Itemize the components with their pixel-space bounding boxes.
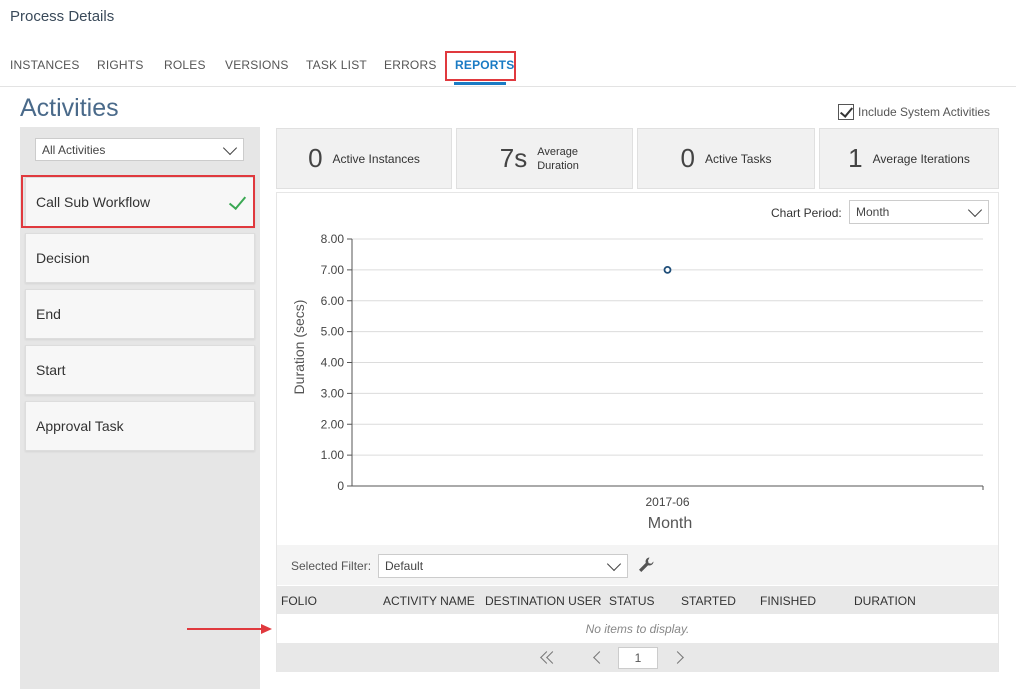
stat-active-instances: 0 Active Instances (276, 128, 452, 189)
tab-instances[interactable]: INSTANCES (10, 58, 80, 72)
data-point[interactable] (663, 265, 672, 274)
activity-item-decision[interactable]: Decision (25, 233, 255, 283)
y-tick-label: 4.00 (321, 356, 345, 370)
chevron-down-icon (967, 202, 983, 218)
stat-label: Active Instances (332, 151, 420, 166)
wrench-icon[interactable] (637, 556, 655, 574)
chart-period-label: Chart Period: (771, 206, 842, 220)
y-tick-label: 7.00 (321, 263, 345, 277)
chart-x-ticks: 2017-06 (645, 495, 689, 509)
page: Process Details INSTANCES RIGHTS ROLES V… (0, 0, 1016, 689)
y-tick-label: 6.00 (321, 294, 345, 308)
chevron-down-icon (222, 140, 238, 155)
stat-value: 7s (499, 143, 528, 173)
y-tick-label: 2.00 (321, 417, 345, 431)
page-title: Process Details (10, 8, 115, 25)
chevron-right-icon (671, 651, 684, 664)
activity-item-approval-task[interactable]: Approval Task (25, 401, 255, 451)
column-header-activity-name[interactable]: ACTIVITY NAME (383, 594, 475, 608)
stat-average-duration: 7s Average Duration (456, 128, 633, 189)
filter-value: Default (385, 559, 424, 573)
include-system-activities[interactable]: Include System Activities (838, 104, 990, 120)
activity-item-end[interactable]: End (25, 289, 255, 339)
tab-roles[interactable]: ROLES (164, 58, 206, 72)
annotation-arrow-icon (187, 624, 272, 634)
chart-points (663, 265, 672, 274)
activity-label: Decision (36, 250, 90, 266)
column-header-duration[interactable]: DURATION (854, 594, 916, 608)
activity-item-call-sub-workflow[interactable]: Call Sub Workflow (25, 177, 255, 227)
page-number-input[interactable]: 1 (618, 647, 658, 669)
activity-filter-value: All Activities (42, 142, 106, 157)
include-system-checkbox[interactable] (838, 104, 854, 120)
tab-errors[interactable]: ERRORS (384, 58, 437, 72)
chart-y-axis-label: Duration (secs) (291, 300, 307, 395)
column-header-folio[interactable]: FOLIO (281, 594, 317, 608)
chart-gridlines (351, 238, 984, 490)
filter-select[interactable]: Default (378, 554, 628, 578)
chart-x-axis-label: Month (648, 515, 692, 532)
activity-item-start[interactable]: Start (25, 345, 255, 395)
activities-heading: Activities (20, 94, 119, 122)
y-tick-label: 1.00 (321, 448, 345, 462)
stat-value: 0 (308, 143, 323, 173)
activity-label: Start (36, 362, 66, 378)
chart-period-select[interactable]: Month (849, 200, 989, 224)
empty-message: No items to display. (585, 622, 690, 636)
y-tick-label: 0 (337, 479, 344, 493)
chart-y-ticks: 0 1.00 2.00 3.00 4.00 5.00 6.00 7.00 8.00 (321, 232, 352, 493)
y-tick-label: 5.00 (321, 325, 345, 339)
tab-task-list[interactable]: TASK LIST (306, 58, 367, 72)
previous-page-button[interactable] (591, 650, 606, 664)
column-header-finished[interactable]: FINISHED (760, 594, 816, 608)
activity-label: End (36, 306, 61, 322)
stat-value: 1 (848, 143, 863, 173)
chevron-down-icon (606, 556, 622, 572)
chevron-left-icon (593, 651, 606, 664)
grid-empty-row: No items to display. (277, 614, 998, 643)
tab-rights[interactable]: RIGHTS (97, 58, 144, 72)
x-tick-label: 2017-06 (645, 495, 689, 509)
tab-bar: INSTANCES RIGHTS ROLES VERSIONS TASK LIS… (0, 50, 1016, 87)
column-header-status[interactable]: STATUS (609, 594, 655, 608)
activity-filter-select[interactable]: All Activities (35, 138, 244, 161)
column-header-started[interactable]: STARTED (681, 594, 736, 608)
stat-average-iterations: 1 Average Iterations (819, 128, 999, 189)
checkmark-icon (228, 191, 247, 211)
stat-active-tasks: 0 Active Tasks (637, 128, 815, 189)
activity-label: Call Sub Workflow (36, 194, 151, 210)
stat-label: Average Duration (537, 145, 579, 172)
selected-filter-label: Selected Filter: (291, 559, 372, 573)
stat-value: 0 (680, 143, 695, 173)
duration-chart: 0 1.00 2.00 3.00 4.00 5.00 6.00 7.00 8.00 2017-0… (291, 232, 984, 532)
tab-versions[interactable]: VERSIONS (225, 58, 289, 72)
y-tick-label: 8.00 (321, 232, 345, 246)
stat-label: Average Iterations (872, 151, 970, 166)
y-tick-label: 3.00 (321, 386, 345, 400)
chart-period-value: Month (856, 205, 890, 219)
include-system-label: Include System Activities (858, 105, 991, 119)
column-header-destination-user[interactable]: DESTINATION USER (485, 594, 601, 608)
tab-reports[interactable]: REPORTS (455, 58, 514, 72)
pager: 1 (277, 643, 998, 672)
activity-label: Approval Task (36, 418, 124, 434)
first-page-button[interactable] (539, 650, 559, 664)
active-tab-indicator (454, 82, 506, 85)
stat-label: Active Tasks (705, 151, 772, 166)
next-page-button[interactable] (671, 650, 686, 664)
